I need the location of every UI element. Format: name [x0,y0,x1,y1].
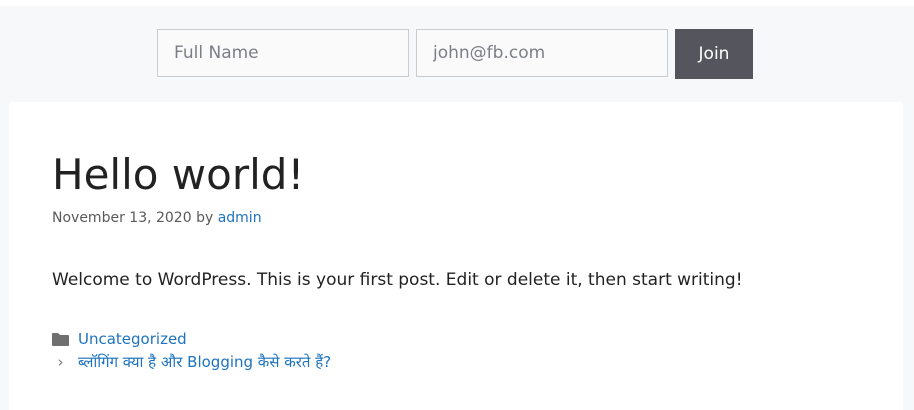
post-date: November 13, 2020 [52,210,192,226]
page: Join Hello world! November 13, 2020 by a… [0,0,914,410]
author-link[interactable]: admin [218,210,262,226]
signup-bar: Join [0,6,914,102]
category-row: Uncategorized [52,330,187,348]
join-button[interactable]: Join [675,29,753,79]
folder-icon [52,332,69,346]
post-article: Hello world! November 13, 2020 by admin … [9,102,903,410]
email-input[interactable] [416,29,668,77]
post-meta: November 13, 2020 by admin [52,210,262,226]
full-name-input[interactable] [157,29,409,77]
chevron-right-icon: › [57,353,64,371]
by-label: by [196,210,214,226]
next-post-row: › ब्लॉगिंग क्या है और Blogging कैसे करते… [52,352,332,372]
category-link[interactable]: Uncategorized [78,330,187,348]
post-body: Welcome to WordPress. This is your first… [52,270,743,290]
next-post-link[interactable]: ब्लॉगिंग क्या है और Blogging कैसे करते ह… [78,352,331,372]
post-title: Hello world! [52,150,305,199]
